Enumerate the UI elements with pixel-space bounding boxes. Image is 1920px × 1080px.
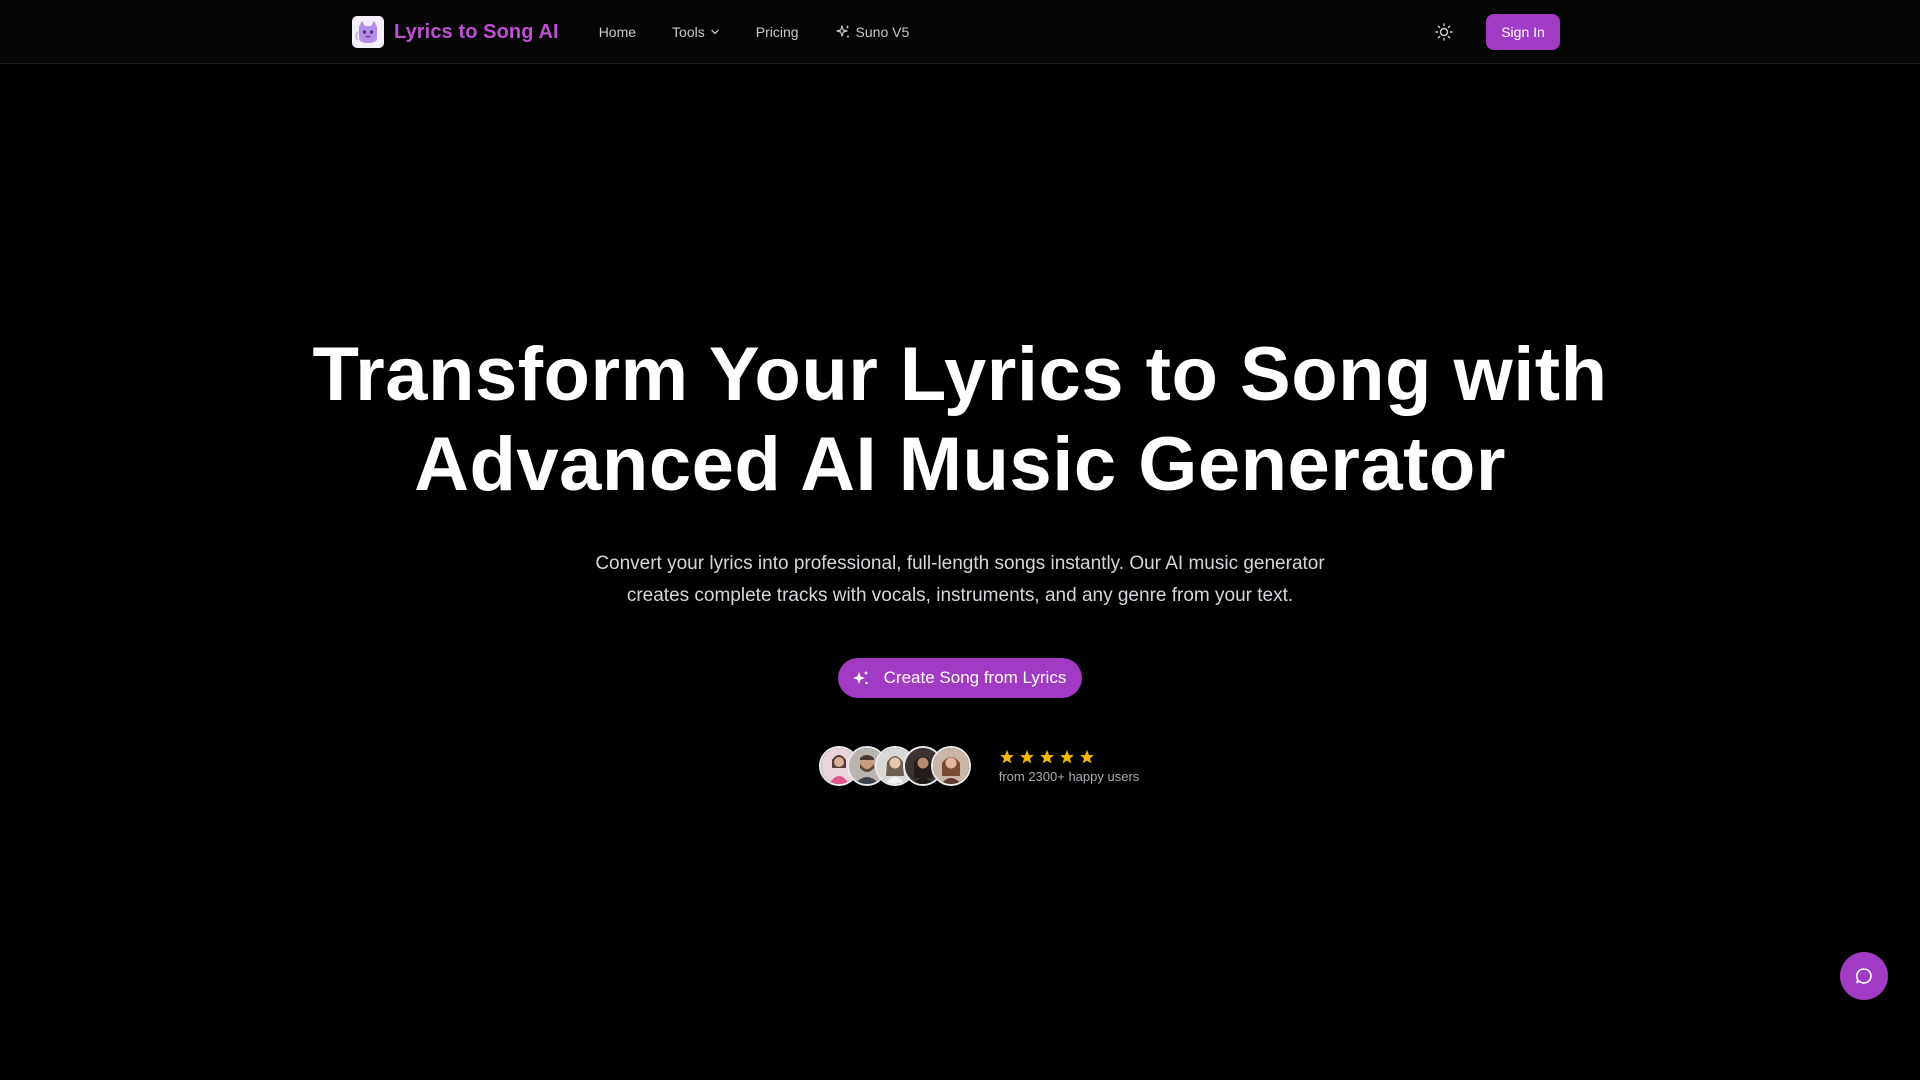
star-icon: [1019, 749, 1034, 763]
navbar-inner: Lyrics to Song AI Home Tools Pricing Sun…: [352, 0, 1560, 64]
main-nav: Home Tools Pricing Suno V5: [599, 24, 910, 40]
nav-tools[interactable]: Tools: [672, 24, 720, 40]
chevron-down-icon: [711, 29, 719, 35]
cta-wrapper: Create Song from Lyrics: [0, 658, 1920, 698]
cat-logo-icon: [352, 16, 384, 48]
user-avatars: [818, 746, 971, 786]
sun-icon: [1435, 23, 1453, 41]
nav-tools-label: Tools: [672, 24, 705, 40]
hero-title-line-2: Advanced AI Music Generator: [414, 422, 1506, 507]
hero-title: Transform Your Lyrics to Song with Advan…: [260, 330, 1660, 510]
social-proof: from 2300+ happy users: [38, 746, 1920, 786]
brand-name: Lyrics to Song AI: [394, 20, 559, 43]
nav-right: Sign In: [1430, 14, 1560, 50]
chat-bubble-icon: [1856, 968, 1872, 984]
create-song-button[interactable]: Create Song from Lyrics: [837, 658, 1083, 698]
hero-subtitle: Convert your lyrics into professional, f…: [595, 553, 1325, 606]
star-icon: [1059, 749, 1074, 763]
nav-pricing[interactable]: Pricing: [756, 24, 799, 40]
hero-title-line-1: Transform Your Lyrics to Song with: [312, 332, 1608, 417]
rating-stars: [999, 749, 1095, 765]
chat-button[interactable]: [1840, 952, 1888, 1000]
navbar: Lyrics to Song AI Home Tools Pricing Sun…: [0, 0, 1920, 64]
sign-in-button[interactable]: Sign In: [1486, 14, 1560, 50]
sparkles-icon: [852, 670, 869, 685]
star-icon: [999, 749, 1014, 763]
star-icon: [1079, 749, 1094, 763]
create-song-label: Create Song from Lyrics: [883, 668, 1067, 687]
rating: from 2300+ happy users: [998, 749, 1140, 784]
star-icon: [1039, 749, 1054, 763]
sparkles-icon: [835, 25, 850, 38]
avatar: [930, 746, 971, 786]
nav-home[interactable]: Home: [599, 24, 636, 40]
brand-link[interactable]: Lyrics to Song AI: [352, 16, 559, 48]
nav-suno-label: Suno V5: [855, 24, 910, 40]
rating-text: from 2300+ happy users: [998, 768, 1140, 784]
theme-toggle-button[interactable]: [1430, 18, 1458, 46]
hero-section: Transform Your Lyrics to Song with Advan…: [0, 330, 1920, 786]
nav-suno[interactable]: Suno V5: [835, 24, 910, 40]
